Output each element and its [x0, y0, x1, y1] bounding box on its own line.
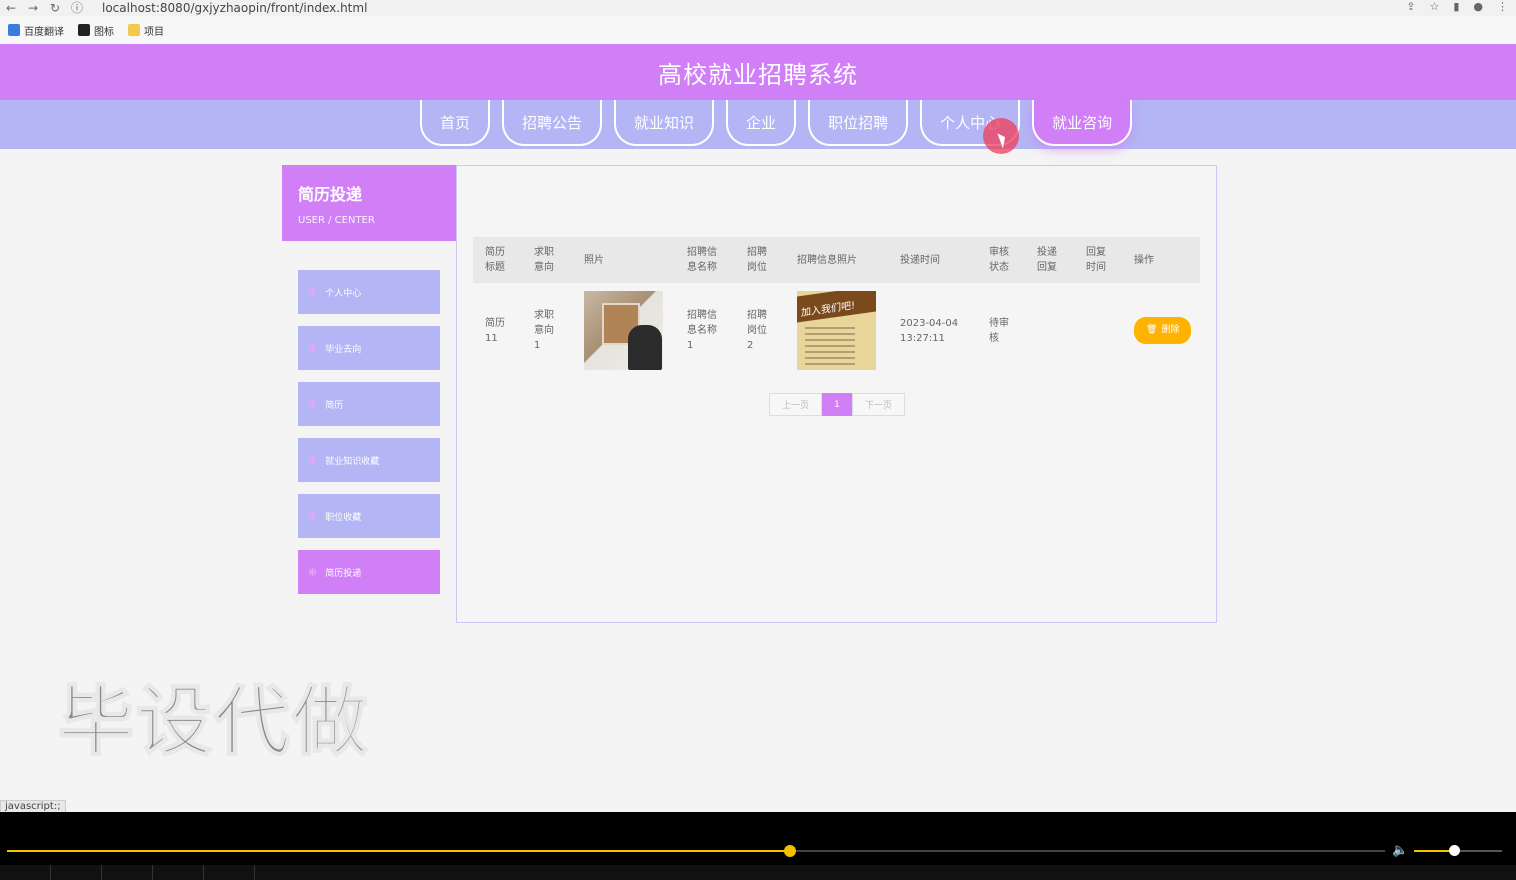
sidebar-item-label: 简历: [325, 400, 344, 411]
sidebar-title: 简历投递: [298, 185, 363, 204]
sidebar-item-resume[interactable]: ❋ 简历: [298, 382, 440, 426]
cell-info-name: 招聘信 息名称 1: [687, 310, 717, 351]
sidebar-item-resume-delivery[interactable]: ❋ 简历投递: [298, 550, 440, 594]
table-header-row: 简历 标题 求职 意向 照片 招聘信 息名称 招聘 岗位 招聘信息照片 投递时间 审核状…: [473, 237, 1200, 283]
back-icon[interactable]: ←: [0, 2, 22, 14]
recruitment-poster[interactable]: 加入我们吧!: [797, 291, 876, 370]
flower-icon: ❋: [308, 397, 318, 411]
sidebar-subtitle: USER / CENTER: [298, 215, 375, 226]
address-bar[interactable]: localhost:8080/gxjyzhaopin/front/index.h…: [102, 1, 367, 15]
folder-icon: [128, 24, 140, 36]
flower-icon: ❋: [308, 509, 318, 523]
sidebar-menu: ❋ 个人中心 ❋ 毕业去向 ❋ 简历 ❋ 就业知识收藏 ❋ 职位收藏 ❋ 简历投递: [298, 270, 440, 606]
col-reply: 投递 回复: [1025, 237, 1074, 283]
site-title: 高校就业招聘系统: [658, 60, 858, 89]
sidebar-item-label: 就业知识收藏: [325, 456, 380, 467]
bookmark-item[interactable]: 百度翻译: [8, 23, 64, 38]
col-intention: 求职 意向: [522, 237, 572, 283]
cell-resume-title: 简历 11: [485, 317, 505, 344]
nav-consulting[interactable]: 就业咨询: [1032, 100, 1133, 146]
bookmark-label: 图标: [94, 26, 114, 38]
col-poster: 招聘信息照片: [785, 237, 888, 283]
cell-time: 2023-04-04 13:27:11: [900, 317, 959, 344]
main-nav: 首页 招聘公告 就业知识 企业 职位招聘 个人中心 就业咨询: [0, 100, 1516, 149]
image-icon: [78, 24, 90, 36]
next-page-button[interactable]: 下一页: [852, 393, 905, 416]
nav-home[interactable]: 首页: [420, 100, 491, 146]
resume-photo[interactable]: [584, 291, 663, 370]
volume-icon[interactable]: 🔈: [1392, 843, 1408, 858]
translate-icon: [8, 24, 20, 36]
forward-icon[interactable]: →: [22, 2, 44, 14]
nav-companies[interactable]: 企业: [726, 100, 797, 146]
poster-text: 加入我们吧!: [797, 291, 876, 323]
prev-page-button[interactable]: 上一页: [769, 393, 822, 416]
watermark-text: 毕设代做: [57, 676, 370, 767]
flower-icon: ❋: [308, 565, 318, 579]
progress-track[interactable]: [7, 845, 1385, 857]
site-header: 高校就业招聘系统: [0, 44, 1516, 100]
sidebar-item-destination[interactable]: ❋ 毕业去向: [298, 326, 440, 370]
bookmark-item[interactable]: 图标: [78, 23, 114, 38]
sidebar-item-label: 简历投递: [325, 568, 362, 579]
trash-icon: 🗑: [1146, 325, 1158, 335]
nav-knowledge[interactable]: 就业知识: [614, 100, 715, 146]
player-segments: [0, 865, 1516, 880]
col-photo: 照片: [572, 237, 675, 283]
bookmark-label: 项目: [144, 26, 164, 38]
flower-icon: ❋: [308, 453, 318, 467]
sidebar-item-label: 个人中心: [325, 288, 362, 299]
bookmark-label: 百度翻译: [24, 26, 64, 38]
col-time: 投递时间: [888, 237, 977, 283]
sidebar-header: 简历投递 USER / CENTER: [282, 165, 456, 241]
cell-intention: 求职 意向 1: [534, 310, 554, 351]
sidebar-item-user-center[interactable]: ❋ 个人中心: [298, 270, 440, 314]
cell-reply: [1025, 283, 1074, 378]
page-1-button[interactable]: 1: [822, 393, 852, 416]
progress-handle[interactable]: [783, 845, 796, 857]
reload-icon[interactable]: ↻: [44, 2, 66, 14]
sidebar-item-label: 毕业去向: [325, 344, 362, 355]
share-icon[interactable]: ⇪: [1406, 0, 1415, 14]
col-reply-time: 回复 时间: [1074, 237, 1122, 283]
progress-fill: [7, 850, 790, 852]
cell-status: 待审核: [989, 317, 1009, 344]
star-icon[interactable]: ☆: [1429, 0, 1439, 14]
delete-label: 删除: [1161, 325, 1180, 335]
cell-position: 招聘 岗位 2: [747, 310, 767, 351]
col-position: 招聘 岗位: [735, 237, 785, 283]
cell-photo: [572, 283, 675, 378]
table-row: 简历 11 求职 意向 1 招聘信 息名称 1 招聘 岗位 2 加入我们吧! 2023-04-…: [473, 283, 1200, 378]
volume-fill: [1414, 850, 1454, 852]
col-resume-title: 简历 标题: [473, 237, 522, 283]
cell-action: 🗑 删除: [1122, 283, 1200, 378]
menu-icon[interactable]: ⋮: [1497, 0, 1508, 14]
delivery-table: 简历 标题 求职 意向 照片 招聘信 息名称 招聘 岗位 招聘信息照片 投递时间 审核状…: [473, 237, 1200, 378]
col-action: 操作: [1122, 237, 1200, 283]
flower-icon: ❋: [308, 341, 318, 355]
sidebar-item-job-favorites[interactable]: ❋ 职位收藏: [298, 494, 440, 538]
cell-reply-time: [1074, 283, 1122, 378]
flower-icon: ❋: [308, 285, 318, 299]
volume-handle[interactable]: [1448, 845, 1460, 856]
sidebar-toggle-icon[interactable]: ▮: [1453, 0, 1459, 14]
col-info-name: 招聘信 息名称: [675, 237, 735, 283]
delete-button[interactable]: 🗑 删除: [1134, 317, 1192, 344]
nav-announcements[interactable]: 招聘公告: [502, 100, 603, 146]
browser-toolbar: ← → ↻ ⓘ localhost:8080/gxjyzhaopin/front…: [0, 0, 1516, 16]
pagination: 上一页 1 下一页: [769, 393, 905, 416]
video-player-bar: 🔈: [0, 812, 1516, 880]
bookmarks-bar: 百度翻译 图标 项目: [0, 16, 1516, 44]
content-panel: 简历 标题 求职 意向 照片 招聘信 息名称 招聘 岗位 招聘信息照片 投递时间 审核状…: [456, 165, 1217, 623]
sidebar-item-label: 职位收藏: [325, 512, 362, 523]
col-status: 审核 状态: [977, 237, 1025, 283]
info-icon[interactable]: ⓘ: [66, 2, 88, 14]
bookmark-item[interactable]: 项目: [128, 23, 164, 38]
nav-jobs[interactable]: 职位招聘: [808, 100, 909, 146]
volume-slider[interactable]: [1414, 845, 1502, 856]
profile-icon[interactable]: ●: [1473, 0, 1483, 14]
sidebar-item-knowledge-favorites[interactable]: ❋ 就业知识收藏: [298, 438, 440, 482]
cell-poster: 加入我们吧!: [785, 283, 888, 378]
